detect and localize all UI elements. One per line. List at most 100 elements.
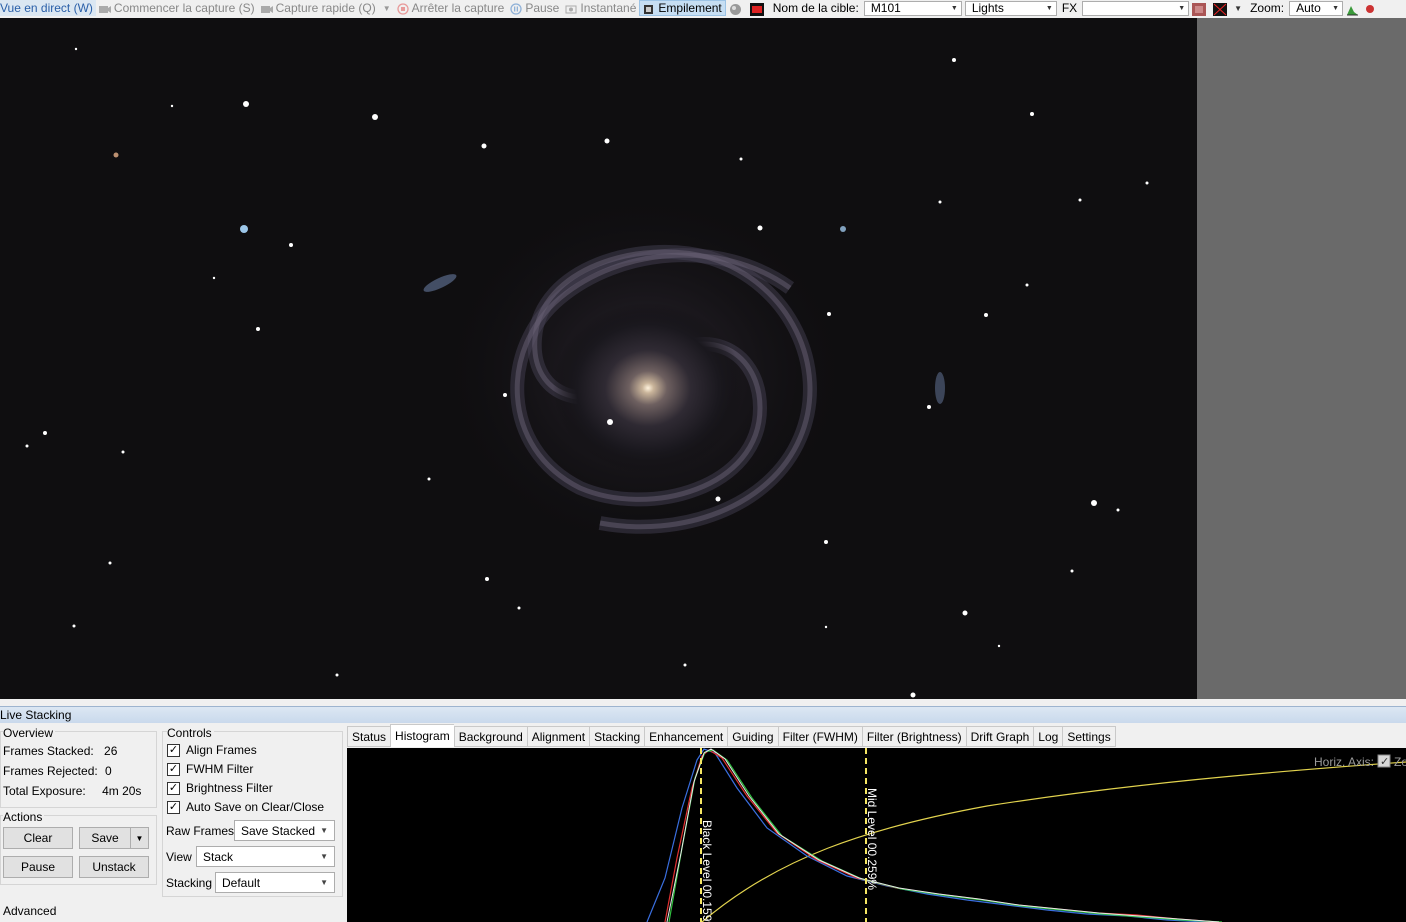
frames-stacked-row: Frames Stacked: 26 bbox=[3, 744, 117, 758]
crosshair-button[interactable]: ▼ bbox=[1210, 0, 1245, 16]
stacking-button[interactable]: Empilement bbox=[639, 0, 726, 16]
chevron-down-icon[interactable]: ▼ bbox=[1234, 4, 1242, 13]
target-name-combo[interactable]: M101 ▼ bbox=[863, 0, 962, 16]
frame-type-combo[interactable]: Lights ▼ bbox=[964, 0, 1057, 16]
auto-save-label: Auto Save on Clear/Close bbox=[186, 800, 325, 814]
live-stacking-panel: Overview Frames Stacked: 26 Frames Rejec… bbox=[0, 723, 1406, 922]
chevron-down-icon: ▼ bbox=[320, 852, 328, 861]
black-level-text: Black Level 00.159% bbox=[700, 820, 714, 922]
live-view-button[interactable]: Vue en direct (W) bbox=[0, 0, 96, 16]
crosshair-icon bbox=[1213, 2, 1228, 16]
fx-combo[interactable]: ▼ bbox=[1082, 0, 1190, 16]
quick-capture-label: Capture rapide (Q) bbox=[275, 1, 376, 15]
record-icon bbox=[749, 2, 764, 16]
frames-rejected-row: Frames Rejected: 0 bbox=[3, 764, 112, 778]
live-stacking-title-bar: Live Stacking bbox=[0, 706, 1406, 723]
tab-filter-fwhm[interactable]: Filter (FWHM) bbox=[777, 726, 862, 747]
stacking-select[interactable]: Default ▼ bbox=[215, 872, 335, 893]
tab-background[interactable]: Background bbox=[453, 726, 527, 747]
stop-icon bbox=[396, 2, 409, 15]
advanced-heading[interactable]: Advanced bbox=[3, 904, 56, 918]
pause-label: Pause bbox=[525, 1, 560, 15]
view-select[interactable]: Stack ▼ bbox=[196, 846, 335, 867]
save-options-button[interactable]: ▼ bbox=[130, 827, 149, 849]
save-button[interactable]: Save bbox=[79, 827, 131, 849]
chevron-down-icon: ▼ bbox=[1332, 4, 1340, 12]
globe-icon bbox=[729, 3, 741, 15]
image-view[interactable] bbox=[0, 18, 1406, 710]
live-stacking-tabs: Status Histogram Background Alignment Stacki… bbox=[347, 724, 1116, 747]
live-stacking-title: Live Stacking bbox=[0, 708, 72, 722]
main-toolbar: Vue en direct (W) Commencer la capture (… bbox=[0, 0, 1406, 16]
align-frames-checkbox[interactable]: ✓ Align Frames bbox=[167, 743, 257, 757]
pause-stack-button[interactable]: Pause bbox=[3, 856, 73, 878]
camera-icon bbox=[98, 3, 111, 14]
tab-drift-graph[interactable]: Drift Graph bbox=[965, 726, 1034, 747]
snapshot-button[interactable]: Instantané bbox=[562, 0, 639, 16]
tab-alignment[interactable]: Alignment bbox=[526, 726, 590, 747]
frame-type-value: Lights bbox=[971, 1, 1004, 15]
frames-rejected-label: Frames Rejected: bbox=[3, 764, 98, 778]
chevron-down-icon: ▼ bbox=[1045, 4, 1053, 12]
galaxy-image bbox=[25, 47, 1149, 710]
histogram-chart: Black Level 00.159% Mid Level 00.259% Ho… bbox=[646, 748, 1406, 922]
start-capture-button[interactable]: Commencer la capture (S) bbox=[96, 0, 258, 16]
tab-guiding[interactable]: Guiding bbox=[727, 726, 778, 747]
tab-enhancement[interactable]: Enhancement bbox=[644, 726, 728, 747]
view-label: View bbox=[166, 850, 192, 864]
start-capture-label: Commencer la capture (S) bbox=[113, 1, 255, 15]
stop-capture-button[interactable]: Arrêter la capture bbox=[394, 0, 508, 16]
check-icon: ✓ bbox=[167, 743, 180, 757]
histogram-icon bbox=[1346, 3, 1359, 15]
brightness-filter-checkbox[interactable]: ✓ Brightness Filter bbox=[167, 781, 273, 795]
pause-icon bbox=[510, 2, 522, 15]
tab-filter-brightness[interactable]: Filter (Brightness) bbox=[861, 726, 966, 747]
fx-label: FX bbox=[1061, 1, 1078, 15]
fwhm-filter-checkbox[interactable]: ✓ FWHM Filter bbox=[167, 762, 253, 776]
pause-button[interactable]: Pause bbox=[507, 0, 562, 16]
stretch-curve bbox=[701, 761, 1406, 922]
chevron-down-icon: ▼ bbox=[1178, 4, 1186, 12]
brightness-filter-label: Brightness Filter bbox=[186, 781, 273, 795]
quick-capture-button[interactable]: Capture rapide (Q) ▼ bbox=[258, 0, 394, 16]
camera-icon bbox=[260, 3, 273, 14]
globe-button[interactable] bbox=[726, 0, 747, 16]
histogram-blue bbox=[646, 748, 1208, 922]
snapshot-label: Instantané bbox=[580, 1, 637, 15]
tab-status[interactable]: Status bbox=[347, 726, 391, 747]
raw-frames-select[interactable]: Save Stacked ▼ bbox=[234, 820, 335, 841]
tab-histogram[interactable]: Histogram bbox=[390, 724, 454, 747]
clear-button[interactable]: Clear bbox=[3, 827, 73, 849]
zoom-combo[interactable]: Auto ▼ bbox=[1289, 0, 1344, 16]
raw-frames-label: Raw Frames bbox=[166, 824, 235, 838]
horiz-axis-label: Horiz. Axis: bbox=[1314, 755, 1374, 769]
align-frames-label: Align Frames bbox=[186, 743, 257, 757]
tab-log[interactable]: Log bbox=[1033, 726, 1063, 747]
stacking-label: Stacking bbox=[166, 876, 213, 890]
check-icon: ✓ bbox=[167, 781, 180, 795]
target-name-value: M101 bbox=[870, 1, 901, 15]
tab-stacking[interactable]: Stacking bbox=[589, 726, 645, 747]
chevron-down-icon: ▼ bbox=[135, 833, 144, 843]
fwhm-filter-label: FWHM Filter bbox=[186, 762, 254, 776]
view-value: Stack bbox=[203, 849, 234, 864]
histogram-toggle-button[interactable] bbox=[1343, 0, 1364, 16]
zoom-value: Auto bbox=[1296, 1, 1321, 15]
chevron-down-icon: ▼ bbox=[320, 826, 328, 835]
tab-settings[interactable]: Settings bbox=[1062, 726, 1116, 747]
check-icon: ✓ bbox=[167, 762, 180, 776]
chevron-down-icon[interactable]: ▼ bbox=[383, 4, 391, 13]
auto-save-checkbox[interactable]: ✓ Auto Save on Clear/Close bbox=[167, 800, 324, 814]
color-button[interactable] bbox=[1364, 0, 1383, 16]
stacking-value: Default bbox=[222, 875, 261, 890]
total-exposure-value: 4m 20s bbox=[102, 784, 142, 798]
histogram-view[interactable]: Black Level 00.159% Mid Level 00.259% Ho… bbox=[347, 748, 1406, 922]
record-indicator[interactable] bbox=[747, 0, 768, 16]
live-image[interactable] bbox=[0, 18, 1197, 710]
overlay-button[interactable] bbox=[1189, 0, 1210, 16]
controls-heading: Controls bbox=[167, 726, 214, 740]
total-exposure-row: Total Exposure: 4m 20s bbox=[3, 784, 141, 798]
unstack-button[interactable]: Unstack bbox=[79, 856, 149, 878]
chevron-down-icon: ▼ bbox=[950, 4, 958, 12]
overview-heading: Overview bbox=[3, 726, 56, 740]
